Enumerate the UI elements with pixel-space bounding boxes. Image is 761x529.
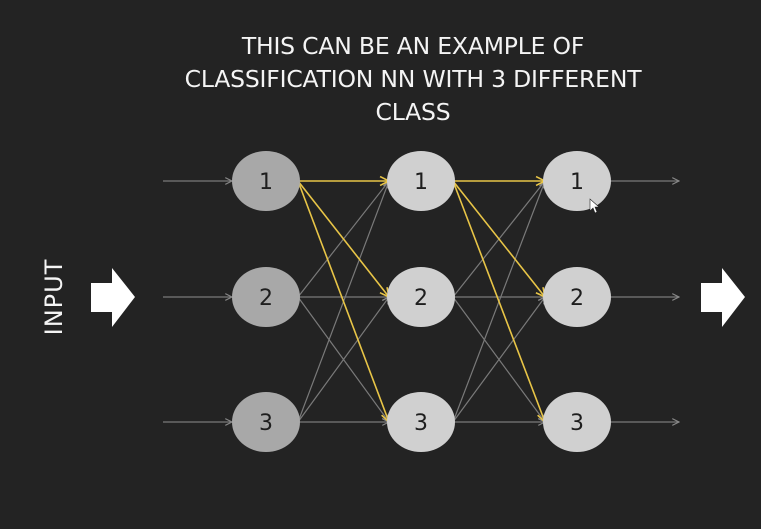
node-label: 1 xyxy=(570,170,584,195)
node-layer2-2: 2 xyxy=(387,267,455,327)
node-layer3-1: 1 xyxy=(543,151,611,211)
node-layer2-3: 3 xyxy=(387,392,455,452)
node-label: 1 xyxy=(414,170,428,195)
node-layer2-1: 1 xyxy=(387,151,455,211)
nodes: 1 2 3 1 2 3 1 2 3 xyxy=(232,151,611,452)
neural-network-diagram: 1 2 3 1 2 3 1 2 3 xyxy=(91,151,745,452)
input-arrow-icon xyxy=(91,268,135,327)
output-arrow-icon xyxy=(701,268,745,327)
node-layer1-2: 2 xyxy=(232,267,300,327)
node-layer3-3: 3 xyxy=(543,392,611,452)
node-label: 3 xyxy=(259,411,273,436)
node-label: 2 xyxy=(570,286,584,311)
node-label: 3 xyxy=(414,411,428,436)
node-label: 3 xyxy=(570,411,584,436)
node-label: 2 xyxy=(259,286,273,311)
node-label: 2 xyxy=(414,286,428,311)
node-layer3-2: 2 xyxy=(543,267,611,327)
node-layer1-1: 1 xyxy=(232,151,300,211)
node-label: 1 xyxy=(259,170,273,195)
node-layer1-3: 3 xyxy=(232,392,300,452)
